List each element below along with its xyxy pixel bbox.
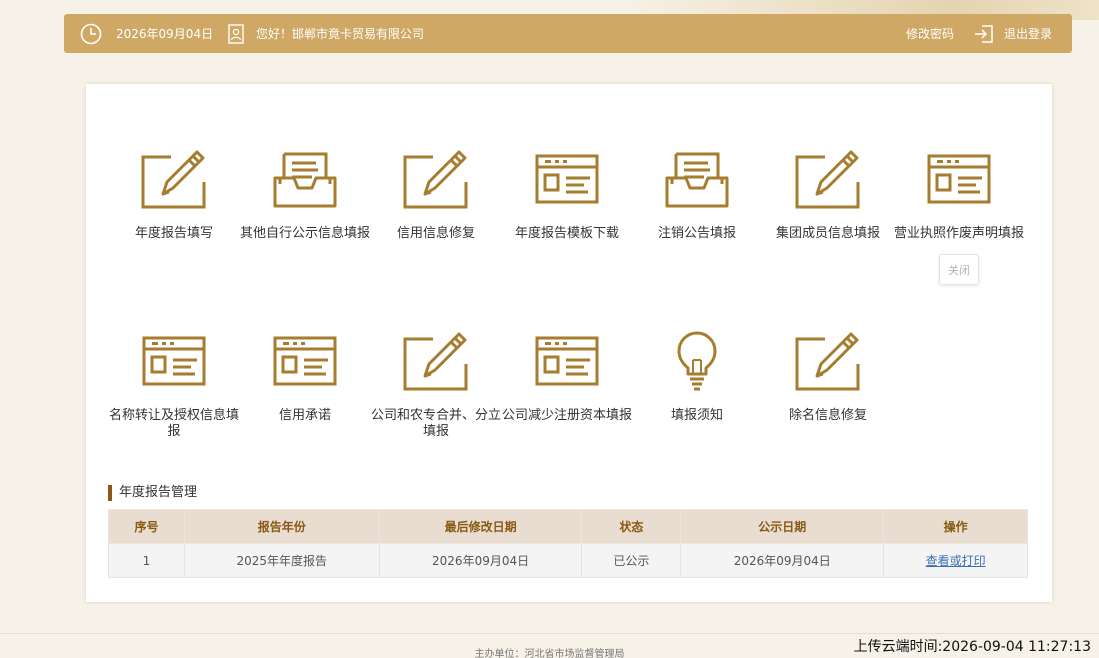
greeting-group: 您好！邯郸市竟卡贸易有限公司 — [228, 14, 424, 53]
footer-divider — [0, 633, 1099, 634]
cell-action: 查看或打印 — [883, 543, 1028, 578]
web-form-icon[interactable] — [926, 148, 992, 210]
tile-template-download[interactable]: 年度报告模板下载 — [499, 148, 635, 242]
column-header: 报告年份 — [183, 509, 380, 544]
tile-label[interactable]: 信用承诺 — [237, 408, 373, 424]
clock-icon — [80, 23, 102, 44]
cell-index: 1 — [108, 543, 185, 578]
tile-other-disclosure[interactable]: 其他自行公示信息填报 — [237, 148, 373, 242]
pencil-edit-icon[interactable] — [141, 148, 207, 210]
main-panel: 年度报告填写 其他自行公示信息填报 信用信息修复 年度报告模板下载 注销公告填报… — [86, 84, 1052, 602]
logout-link[interactable]: 退出登录 — [974, 14, 1052, 53]
table-header-row: 序号 报告年份 最后修改日期 状态 公示日期 操作 — [108, 509, 1028, 544]
tile-label[interactable]: 注销公告填报 — [629, 226, 765, 242]
tile-label[interactable]: 名称转让及授权信息填报 — [106, 408, 242, 440]
tile-group-members[interactable]: 集团成员信息填报 — [760, 148, 896, 242]
tile-capital-reduction[interactable]: 公司减少注册资本填报 — [499, 330, 635, 424]
lightbulb-icon[interactable] — [664, 330, 730, 392]
tile-merger-split[interactable]: 公司和农专合并、分立填报 — [368, 330, 504, 440]
change-password-link[interactable]: 修改密码 — [906, 14, 954, 53]
web-form-icon[interactable] — [272, 330, 338, 392]
cell-publish-date: 2026年09月04日 — [680, 543, 885, 578]
tile-label[interactable]: 集团成员信息填报 — [760, 226, 896, 242]
cell-modified-date: 2026年09月04日 — [378, 543, 583, 578]
tile-label[interactable]: 年度报告模板下载 — [499, 226, 635, 242]
tile-label[interactable]: 年度报告填写 — [106, 226, 242, 242]
section-title: 年度报告管理 — [108, 485, 197, 501]
logout-label[interactable]: 退出登录 — [1004, 25, 1052, 42]
tile-label[interactable]: 信用信息修复 — [368, 226, 504, 242]
tile-removal-repair[interactable]: 除名信息修复 — [760, 330, 896, 424]
tile-label[interactable]: 营业执照作废声明填报 — [891, 226, 1027, 242]
view-print-link[interactable]: 查看或打印 — [926, 554, 986, 568]
tile-credit-repair[interactable]: 信用信息修复 — [368, 148, 504, 242]
pencil-edit-icon[interactable] — [795, 330, 861, 392]
change-password-label[interactable]: 修改密码 — [906, 25, 954, 42]
annual-report-table: 序号 报告年份 最后修改日期 状态 公示日期 操作 1 2025年年度报告 20… — [108, 509, 1028, 578]
pencil-edit-icon[interactable] — [795, 148, 861, 210]
date-group: 2026年09月04日 — [80, 14, 213, 53]
web-form-icon[interactable] — [534, 148, 600, 210]
current-date: 2026年09月04日 — [116, 27, 214, 41]
pencil-edit-icon[interactable] — [403, 330, 469, 392]
tile-name-transfer[interactable]: 名称转让及授权信息填报 — [106, 330, 242, 440]
cloud-upload-time: 上传云端时间:2026-09-04 11:27:13 — [853, 639, 1091, 655]
greeting-text: 您好！邯郸市竟卡贸易有限公司 — [256, 27, 425, 41]
cell-report-year: 2025年年度报告 — [183, 543, 380, 578]
tile-label[interactable]: 其他自行公示信息填报 — [237, 226, 373, 242]
web-form-icon[interactable] — [141, 330, 207, 392]
document-tray-icon[interactable] — [272, 148, 338, 210]
logout-icon[interactable] — [974, 24, 994, 44]
column-header: 公示日期 — [680, 509, 885, 544]
tile-label[interactable]: 公司和农专合并、分立填报 — [368, 408, 504, 440]
column-header: 序号 — [108, 509, 185, 544]
column-header: 最后修改日期 — [378, 509, 583, 544]
document-tray-icon[interactable] — [664, 148, 730, 210]
column-header: 状态 — [581, 509, 682, 544]
tile-label[interactable]: 除名信息修复 — [760, 408, 896, 424]
cell-status: 已公示 — [581, 543, 682, 578]
tile-annual-report-fill[interactable]: 年度报告填写 — [106, 148, 242, 242]
user-card-icon — [228, 23, 244, 44]
tile-label[interactable]: 公司减少注册资本填报 — [499, 408, 635, 424]
tile-label[interactable]: 填报须知 — [629, 408, 765, 424]
web-form-icon[interactable] — [534, 330, 600, 392]
top-bar: 2026年09月04日 您好！邯郸市竟卡贸易有限公司 修改密码 退出登录 — [64, 14, 1072, 53]
column-header: 操作 — [883, 509, 1028, 544]
pencil-edit-icon[interactable] — [403, 148, 469, 210]
tile-filing-notes[interactable]: 填报须知 — [629, 330, 765, 424]
close-button[interactable]: 关闭 — [939, 254, 979, 285]
tile-cancellation-notice[interactable]: 注销公告填报 — [629, 148, 765, 242]
tile-license-void[interactable]: 营业执照作废声明填报 — [891, 148, 1027, 242]
tile-credit-commitment[interactable]: 信用承诺 — [237, 330, 373, 424]
table-row: 1 2025年年度报告 2026年09月04日 已公示 2026年09月04日 … — [108, 543, 1028, 578]
